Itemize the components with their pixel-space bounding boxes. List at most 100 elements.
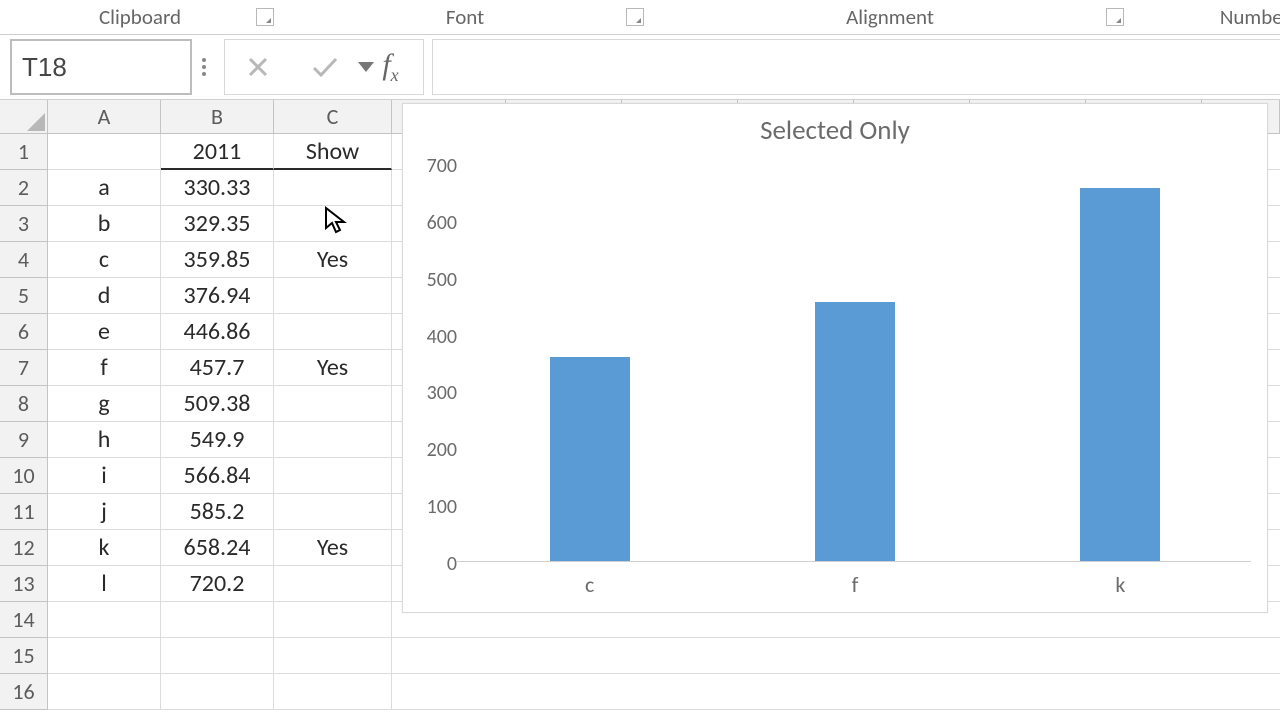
row-header[interactable]: 5 [0,278,48,314]
cell[interactable]: 376.94 [161,278,274,314]
cell[interactable]: c [48,242,161,278]
cell[interactable]: Yes [274,350,392,386]
chart-bar[interactable] [1080,188,1160,562]
cell[interactable]: 446.86 [161,314,274,350]
cell[interactable]: g [48,386,161,422]
cell[interactable] [48,134,161,170]
row-header[interactable]: 10 [0,458,48,494]
cell[interactable] [274,674,392,710]
row-header[interactable]: 9 [0,422,48,458]
cell[interactable]: i [48,458,161,494]
cell[interactable]: 566.84 [161,458,274,494]
cell[interactable]: k [48,530,161,566]
cell[interactable]: 457.7 [161,350,274,386]
cell[interactable]: Show [274,134,392,170]
cell[interactable]: 329.35 [161,206,274,242]
dialog-launcher-icon[interactable] [1106,8,1124,26]
cell[interactable]: 720.2 [161,566,274,602]
cancel-button[interactable] [225,40,291,94]
column-header[interactable]: A [48,100,161,133]
cell[interactable] [48,602,161,638]
ribbon-group-alignment: Alignment [650,0,1130,34]
cell[interactable] [274,422,392,458]
chart-x-axis-line [457,561,1251,562]
cell[interactable] [274,314,392,350]
insert-function-button[interactable]: fx [357,40,423,94]
cell[interactable] [161,602,274,638]
cell[interactable]: h [48,422,161,458]
row-header[interactable]: 2 [0,170,48,206]
chart-y-tick-label: 200 [413,438,457,462]
cell[interactable] [274,494,392,530]
chart-plot-area[interactable] [457,166,1251,562]
chart-x-tick-label: c [585,571,594,598]
row-header[interactable]: 1 [0,134,48,170]
row-header[interactable]: 8 [0,386,48,422]
cell[interactable] [274,278,392,314]
table-row: 15 [0,638,1280,674]
cell[interactable]: e [48,314,161,350]
row-header[interactable]: 14 [0,602,48,638]
cell[interactable] [274,206,392,242]
cell[interactable]: Yes [274,242,392,278]
row-header[interactable]: 7 [0,350,48,386]
cell[interactable]: 509.38 [161,386,274,422]
row-header[interactable]: 4 [0,242,48,278]
cell[interactable]: d [48,278,161,314]
row-header[interactable]: 16 [0,674,48,710]
x-icon [247,56,269,78]
cell[interactable] [274,458,392,494]
cell[interactable] [274,638,392,674]
cell[interactable] [274,602,392,638]
row-header[interactable]: 13 [0,566,48,602]
ribbon-group-clipboard: Clipboard [0,0,280,34]
column-header[interactable]: B [161,100,274,133]
row-header[interactable]: 6 [0,314,48,350]
column-header[interactable]: C [274,100,392,133]
ribbon-group-label: Alignment [846,4,934,30]
cell[interactable] [392,674,1280,710]
cell[interactable]: b [48,206,161,242]
cell[interactable]: 585.2 [161,494,274,530]
ribbon-group-label: Font [446,4,484,30]
select-all-triangle[interactable] [0,100,48,133]
cell[interactable] [161,674,274,710]
chart-bar[interactable] [550,357,630,562]
vertical-dots-icon[interactable] [192,58,216,76]
cell[interactable] [274,170,392,206]
cell[interactable] [274,566,392,602]
cell[interactable] [48,638,161,674]
formula-bar: fx [0,34,1280,100]
dialog-launcher-icon[interactable] [256,8,274,26]
cell[interactable]: 658.24 [161,530,274,566]
cell[interactable]: 330.33 [161,170,274,206]
cell[interactable]: Yes [274,530,392,566]
chart-y-tick-label: 300 [413,381,457,405]
table-row: 16 [0,674,1280,710]
cell[interactable]: l [48,566,161,602]
cell[interactable]: 359.85 [161,242,274,278]
cell[interactable]: f [48,350,161,386]
ribbon-group-label: Clipboard [99,4,181,30]
cell[interactable] [274,386,392,422]
dialog-launcher-icon[interactable] [626,8,644,26]
cell[interactable]: j [48,494,161,530]
cell[interactable] [48,674,161,710]
enter-button[interactable] [291,40,357,94]
formula-input[interactable] [432,39,1280,95]
row-header[interactable]: 12 [0,530,48,566]
chart-bar[interactable] [815,302,895,562]
chart-title[interactable]: Selected Only [403,104,1267,156]
cell[interactable]: 2011 [161,134,274,170]
formula-bar-buttons: fx [224,39,424,95]
cell[interactable]: 549.9 [161,422,274,458]
name-box[interactable] [10,39,192,95]
row-header[interactable]: 11 [0,494,48,530]
row-header[interactable]: 15 [0,638,48,674]
embedded-chart[interactable]: Selected Only 0100200300400500600700cfk [402,103,1268,613]
chart-x-tick-label: f [852,571,859,598]
cell[interactable]: a [48,170,161,206]
cell[interactable] [392,638,1280,674]
cell[interactable] [161,638,274,674]
row-header[interactable]: 3 [0,206,48,242]
